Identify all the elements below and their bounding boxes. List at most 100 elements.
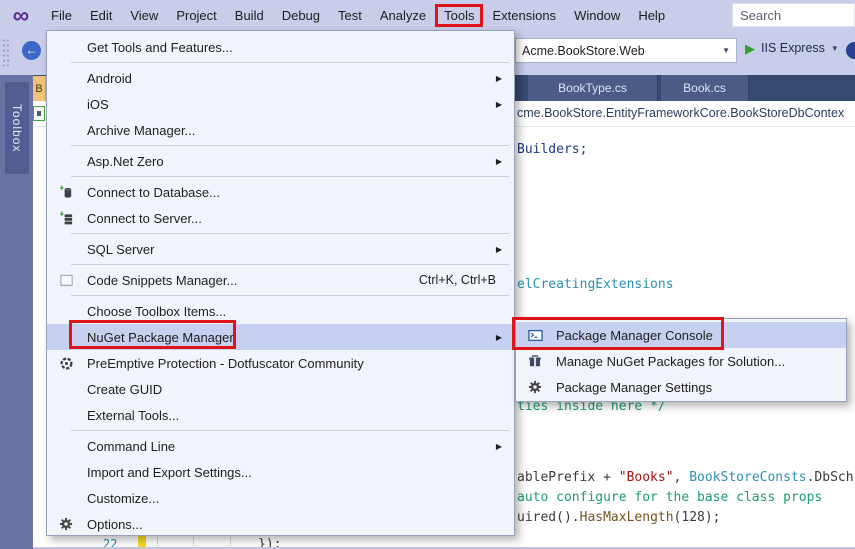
menu-item-label: Connect to Server... <box>87 210 202 226</box>
menu-item-preemptive-protection-dotfuscator-community[interactable]: PreEmptive Protection - Dotfuscator Comm… <box>47 350 514 376</box>
active-document-tab[interactable]: B <box>33 76 46 101</box>
menu-item-connect-to-database[interactable]: Connect to Database... <box>47 179 514 205</box>
menu-item-package-manager-console[interactable]: Package Manager Console <box>516 322 846 348</box>
breadcrumb-text[interactable]: cme.BookStore.EntityFrameworkCore.BookSt… <box>517 106 844 120</box>
menu-item-label: Connect to Database... <box>87 184 220 200</box>
connect-server-icon <box>54 205 78 231</box>
menu-item-customize[interactable]: Customize... <box>47 485 514 511</box>
no-icon <box>54 324 78 350</box>
code-token: BookStoreConsts <box>689 470 807 485</box>
menubar-item-help[interactable]: Help <box>629 4 674 27</box>
menubar-item-build[interactable]: Build <box>226 4 273 27</box>
code-token: ablePrefix + <box>517 470 619 485</box>
menu-item-sql-server[interactable]: SQL Server ▶ <box>47 236 514 262</box>
code-token: (128); <box>673 510 721 525</box>
menu-bar: ∞ File Edit View Project Build Debug Test Analy… <box>0 0 855 30</box>
menu-item-label: External Tools... <box>87 407 180 423</box>
gear-icon <box>54 511 78 535</box>
menubar-item-project[interactable]: Project <box>167 4 225 27</box>
code-token: uired(). <box>517 510 580 525</box>
code-token: , <box>673 470 690 485</box>
menu-item-manage-nuget-packages-for-solution[interactable]: Manage NuGet Packages for Solution... <box>516 348 846 374</box>
toolbox-tab[interactable]: Toolbox <box>5 82 29 174</box>
code-token: Builders; <box>517 142 588 157</box>
menubar-item-view[interactable]: View <box>121 4 167 27</box>
menu-item-label: Manage NuGet Packages for Solution... <box>556 353 786 369</box>
menu-item-command-line[interactable]: Command Line ▶ <box>47 433 514 459</box>
menu-item-get-tools-and-features[interactable]: Get Tools and Features... <box>47 34 514 60</box>
menu-item-code-snippets-manager[interactable]: Code Snippets Manager... Ctrl+K, Ctrl+B <box>47 267 514 293</box>
connect-database-icon <box>54 179 78 205</box>
menubar-item-file[interactable]: File <box>42 4 81 27</box>
no-icon <box>54 298 78 324</box>
menu-item-options[interactable]: Options... <box>47 511 514 535</box>
chevron-down-icon: ▼ <box>722 46 730 55</box>
shortcut-label: Ctrl+K, Ctrl+B <box>418 273 496 287</box>
code-token: "Books" <box>618 470 674 485</box>
toolbox-panel-strip: Toolbox <box>0 72 33 549</box>
submenu-arrow-icon: ▶ <box>495 244 502 254</box>
gear-icon <box>523 374 547 400</box>
menu-item-connect-to-server[interactable]: Connect to Server... <box>47 205 514 231</box>
package-icon <box>523 348 547 374</box>
menu-item-package-manager-settings[interactable]: Package Manager Settings <box>516 374 846 400</box>
no-icon <box>54 402 78 428</box>
no-icon <box>54 148 78 174</box>
menu-item-label: Choose Toolbox Items... <box>87 303 227 319</box>
menubar-item-extensions[interactable]: Extensions <box>483 4 565 27</box>
menu-item-android[interactable]: Android ▶ <box>47 65 514 91</box>
menu-bar-items: File Edit View Project Build Debug Test Analyze… <box>42 0 674 30</box>
menubar-item-edit[interactable]: Edit <box>81 4 121 27</box>
menu-item-nuget-package-manager[interactable]: NuGet Package Manager ▶ <box>47 324 514 350</box>
visual-studio-logo-icon: ∞ <box>12 2 30 28</box>
no-icon <box>54 433 78 459</box>
run-button-label: IIS Express <box>761 41 825 55</box>
no-icon <box>54 34 78 60</box>
chevron-down-icon: ▼ <box>830 43 839 53</box>
no-icon <box>54 91 78 117</box>
code-line: ablePrefix + "Books", BookStoreConsts.Db… <box>517 470 854 485</box>
menu-item-label: Archive Manager... <box>87 122 196 138</box>
no-icon <box>54 485 78 511</box>
menubar-item-tools[interactable]: Tools <box>435 3 484 27</box>
startup-project-dropdown[interactable]: Acme.BookStore.Web ▼ <box>515 38 737 63</box>
play-icon: ▶ <box>745 40 755 56</box>
toolbox-tab-label: Toolbox <box>10 103 24 153</box>
visual-studio-window: 22 }); Builders; elCreatingExtensions ties… <box>0 0 855 549</box>
menu-item-choose-toolbox-items[interactable]: Choose Toolbox Items... <box>47 298 514 324</box>
nuget-submenu-popup: Package Manager Console Manage NuGet Pack… <box>515 318 847 402</box>
submenu-arrow-icon: ▶ <box>495 441 502 451</box>
toolbar-grip[interactable] <box>2 38 9 68</box>
menu-item-asp-net-zero[interactable]: Asp.Net Zero ▶ <box>47 148 514 174</box>
menu-item-label: Package Manager Console <box>556 327 713 343</box>
submenu-arrow-icon: ▶ <box>495 73 502 83</box>
menu-item-ios[interactable]: iOS ▶ <box>47 91 514 117</box>
code-line: uired().HasMaxLength(128); <box>517 510 721 525</box>
menu-item-create-guid[interactable]: Create GUID <box>47 376 514 402</box>
code-line: elCreatingExtensions <box>517 277 674 292</box>
no-icon <box>54 376 78 402</box>
navigate-back-button[interactable]: ← <box>22 41 41 60</box>
run-button[interactable]: ▶ IIS Express ▼ <box>745 41 839 55</box>
menu-item-import-and-export-settings[interactable]: Import and Export Settings... <box>47 459 514 485</box>
toolbar-circle-icon[interactable] <box>846 42 855 59</box>
menubar-item-test[interactable]: Test <box>329 4 371 27</box>
code-line: auto configure for the base class props <box>517 490 822 505</box>
startup-project-value: Acme.BookStore.Web <box>522 43 645 58</box>
code-token: auto configure for the base class props <box>517 490 823 505</box>
search-input[interactable] <box>732 3 855 27</box>
menu-item-label: Import and Export Settings... <box>87 464 252 480</box>
menubar-item-debug[interactable]: Debug <box>273 4 329 27</box>
document-tab-book-cs[interactable]: Book.cs <box>661 75 749 101</box>
menu-item-label: Create GUID <box>87 381 163 397</box>
menu-item-label: Get Tools and Features... <box>87 39 233 55</box>
document-tab-booktype-cs[interactable]: BookType.cs <box>528 75 658 101</box>
menubar-item-window[interactable]: Window <box>565 4 629 27</box>
menu-item-external-tools[interactable]: External Tools... <box>47 402 514 428</box>
menu-item-label: Asp.Net Zero <box>87 153 164 169</box>
menu-item-label: iOS <box>87 96 109 112</box>
menubar-item-analyze[interactable]: Analyze <box>371 4 435 27</box>
dotfuscator-icon <box>54 350 78 376</box>
code-snippets-icon <box>54 267 78 293</box>
menu-item-archive-manager[interactable]: Archive Manager... <box>47 117 514 143</box>
